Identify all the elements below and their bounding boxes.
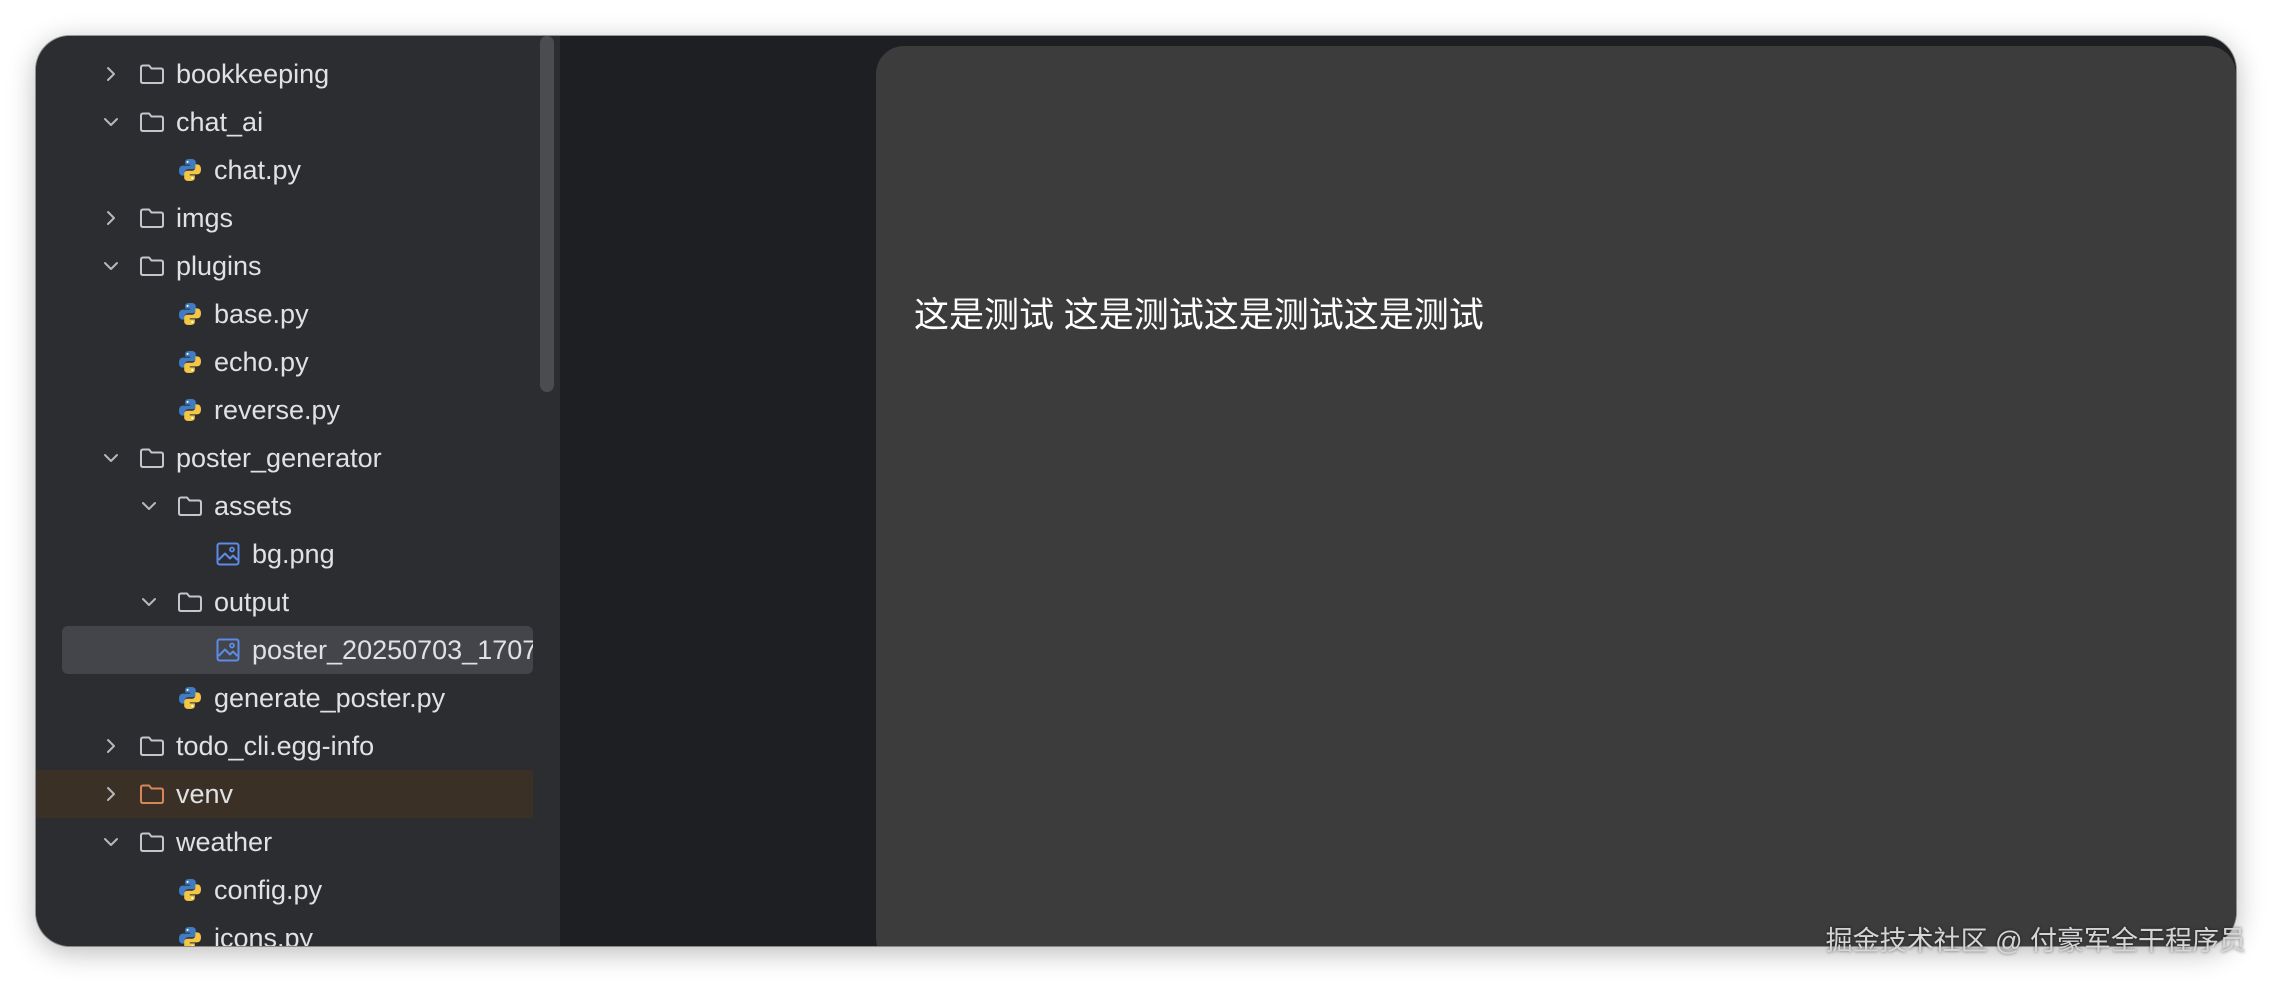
sidebar-scrollbar[interactable] (540, 36, 554, 392)
tree-folder-weather[interactable]: weather (36, 818, 533, 866)
tree-file-echo-py[interactable]: echo.py (36, 338, 533, 386)
chevron-right-icon[interactable] (101, 784, 121, 804)
folder-icon (138, 828, 166, 856)
chevron-right-icon[interactable] (101, 736, 121, 756)
tree-item-label: assets (214, 491, 293, 521)
tree-folder-imgs[interactable]: imgs (36, 194, 533, 242)
tree-folder-plugins[interactable]: plugins (36, 242, 533, 290)
tree-item-label: weather (176, 827, 273, 857)
tree-folder-chat-ai[interactable]: chat_ai (36, 98, 533, 146)
tree-item-label: venv (176, 779, 234, 809)
chevron-down-icon[interactable] (101, 256, 121, 276)
image-file-icon (214, 636, 242, 664)
folder-icon (138, 780, 166, 808)
tree-item-label: generate_poster.py (214, 683, 446, 713)
tree-item-label: base.py (214, 299, 309, 329)
folder-icon (176, 588, 204, 616)
chevron-down-icon[interactable] (139, 496, 159, 516)
folder-icon (138, 108, 166, 136)
folder-icon (176, 492, 204, 520)
chevron-down-icon[interactable] (101, 832, 121, 852)
python-file-icon (176, 876, 204, 904)
tree-item-label: echo.py (214, 347, 309, 377)
tree-folder-todo-cli-egg-info[interactable]: todo_cli.egg-info (36, 722, 533, 770)
folder-icon (138, 252, 166, 280)
ide-window: bookkeeping chat_ai chat.py imgs plugins base… (36, 36, 2236, 946)
tree-folder-venv[interactable]: venv (36, 770, 533, 818)
tree-file-reverse-py[interactable]: reverse.py (36, 386, 533, 434)
chevron-down-icon[interactable] (139, 592, 159, 612)
tree-item-label: reverse.py (214, 395, 341, 425)
python-file-icon (176, 348, 204, 376)
folder-icon (138, 204, 166, 232)
chevron-down-icon[interactable] (101, 112, 121, 132)
chevron-down-icon[interactable] (101, 448, 121, 468)
tree-file-chat-py[interactable]: chat.py (36, 146, 533, 194)
image-file-icon (214, 540, 242, 568)
tree-item-label: todo_cli.egg-info (176, 731, 375, 761)
tree-item-label: icons.py (214, 923, 314, 946)
python-file-icon (176, 684, 204, 712)
project-tree: bookkeeping chat_ai chat.py imgs plugins base… (36, 36, 560, 946)
tree-folder-output[interactable]: output (36, 578, 533, 626)
python-file-icon (176, 924, 204, 946)
tree-item-label: poster_20250703_1707 (252, 635, 533, 665)
image-preview-panel: 这是测试 这是测试这是测试这是测试 (876, 46, 2236, 946)
folder-icon (138, 60, 166, 88)
watermark: 掘金技术社区 @ 付豪军全干程序员 (1825, 926, 2246, 956)
folder-icon (138, 732, 166, 760)
tree-item-label: chat_ai (176, 107, 264, 137)
tree-file-generate-poster-py[interactable]: generate_poster.py (36, 674, 533, 722)
tree-item-label: bookkeeping (176, 59, 330, 89)
tree-file-config-py[interactable]: config.py (36, 866, 533, 914)
preview-text: 这是测试 这是测试这是测试这是测试 (914, 296, 1484, 335)
tree-item-label: plugins (176, 251, 262, 281)
tree-file-icons-py[interactable]: icons.py (36, 914, 533, 946)
tree-item-label: bg.png (252, 539, 335, 569)
tree-folder-poster-generator[interactable]: poster_generator (36, 434, 533, 482)
folder-icon (138, 444, 166, 472)
chevron-right-icon[interactable] (101, 64, 121, 84)
tree-item-label: poster_generator (176, 443, 382, 473)
tree-item-label: output (214, 587, 290, 617)
tree-file-bg-png[interactable]: bg.png (36, 530, 533, 578)
python-file-icon (176, 156, 204, 184)
tree-item-label: config.py (214, 875, 323, 905)
chevron-right-icon[interactable] (101, 208, 121, 228)
python-file-icon (176, 300, 204, 328)
tree-folder-assets[interactable]: assets (36, 482, 533, 530)
tree-file-poster-20250703-1707[interactable]: poster_20250703_1707 (62, 626, 533, 674)
tree-folder-bookkeeping[interactable]: bookkeeping (36, 50, 533, 98)
tree-file-base-py[interactable]: base.py (36, 290, 533, 338)
python-file-icon (176, 396, 204, 424)
tree-item-label: chat.py (214, 155, 302, 185)
tree-item-label: imgs (176, 203, 234, 233)
